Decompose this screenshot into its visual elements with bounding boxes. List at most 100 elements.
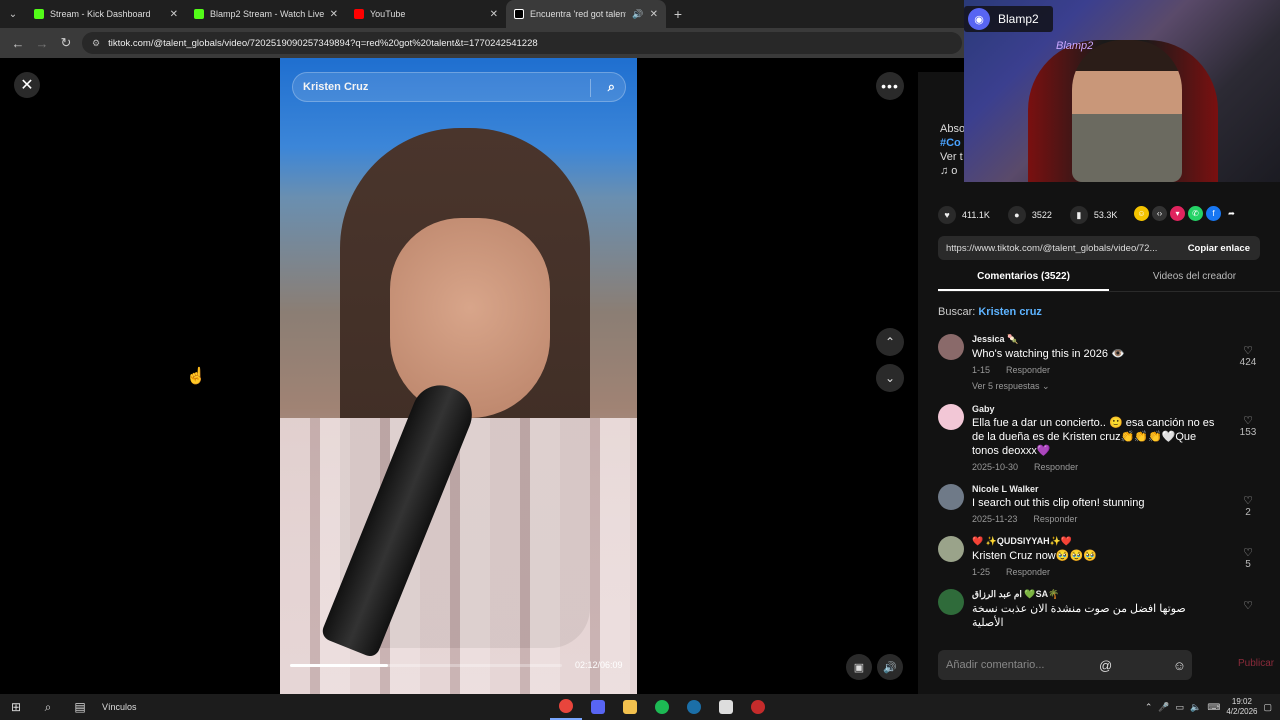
comment-like-count: 2 [1245, 507, 1251, 518]
steam-icon[interactable] [678, 694, 710, 720]
system-tray: ⌃ 🎤 ▭ 🔈 ⌨ 19:02 4/2/2026 ▢ [1145, 694, 1272, 720]
chevron-up-icon[interactable]: ⌃ [1145, 702, 1153, 713]
search-suggestion-link[interactable]: Kristen cruz [978, 306, 1042, 318]
heart-outline-icon: ♡ [1243, 345, 1253, 357]
search-icon[interactable]: ⌕ [32, 694, 64, 720]
comment-like-button[interactable]: ♡ 2 [1236, 494, 1260, 518]
keyboard-icon[interactable]: ⌨ [1207, 702, 1220, 713]
network-icon[interactable]: ▭ [1176, 702, 1185, 713]
forward-icon[interactable]: → [30, 36, 54, 51]
close-tab-icon[interactable]: ✕ [330, 9, 338, 20]
avatar[interactable] [938, 334, 964, 360]
embed-icon[interactable]: ‹› [1152, 206, 1167, 221]
avatar[interactable] [938, 536, 964, 562]
emoji-share-icon[interactable]: ☺ [1134, 206, 1149, 221]
streamer [1072, 40, 1182, 182]
description-hashtag[interactable]: #Co [940, 136, 965, 150]
comment-icon: ● [1007, 206, 1026, 224]
new-tab-button[interactable]: + [666, 6, 690, 22]
comment-item: Gaby Ella fue a dar un concierto.. 🙂 esa… [938, 404, 1260, 472]
comment-author[interactable]: ❤️ ✨QUDSIYYAH✨❤️ [972, 536, 1220, 547]
epic-games-icon[interactable] [710, 694, 742, 720]
url-field[interactable]: ⚙ tiktok.com/@talent_globals/video/72025… [82, 32, 962, 54]
whatsapp-icon[interactable]: ✆ [1188, 206, 1203, 221]
share-link-text[interactable]: https://www.tiktok.com/@talent_globals/v… [938, 243, 1178, 254]
avatar[interactable] [938, 589, 964, 615]
divider [590, 79, 591, 97]
saves-count: 53.3K [1093, 210, 1118, 220]
copy-link-button[interactable]: Copiar enlace [1178, 243, 1260, 254]
site-info-icon[interactable]: ⚙ [92, 38, 100, 49]
add-comment-input[interactable]: Añadir comentario... @ ☺ [938, 650, 1192, 680]
pip-icon[interactable]: ▣ [846, 654, 872, 680]
view-replies-button[interactable]: Ver 5 respuestas ⌄ [972, 381, 1220, 392]
share-arrow-icon[interactable]: ➦ [1224, 206, 1239, 221]
like-button[interactable]: ♥ 411.1K [938, 206, 990, 224]
notifications-icon[interactable]: ▢ [1263, 702, 1272, 713]
facebook-icon[interactable]: f [1206, 206, 1221, 221]
obs-icon[interactable] [742, 694, 774, 720]
chevron-up-icon[interactable]: ⌃ [876, 328, 904, 356]
comment-button[interactable]: ● 3522 [1007, 206, 1052, 224]
reply-button[interactable]: Responder [1034, 462, 1078, 472]
more-options-icon[interactable]: ••• [876, 72, 904, 100]
comment-like-button[interactable]: ♡ 153 [1236, 414, 1260, 438]
comment-author[interactable]: Nicole L Walker [972, 484, 1220, 494]
reply-button[interactable]: Responder [1006, 567, 1050, 577]
send-icon[interactable]: ▾ [1170, 206, 1185, 221]
kick-icon [34, 9, 44, 19]
chrome-icon[interactable] [550, 694, 582, 720]
comment-text: I search out this clip often! stunning [972, 497, 1145, 509]
volume-icon[interactable]: 🔊 [877, 654, 903, 680]
see-more-link[interactable]: Ver t [940, 150, 965, 164]
microphone-icon[interactable]: 🎤 [1158, 702, 1169, 713]
avatar[interactable] [938, 404, 964, 430]
tab-youtube[interactable]: YouTube ✕ [346, 0, 506, 28]
close-tab-icon[interactable]: ✕ [170, 9, 178, 20]
volume-icon[interactable]: 🔈 [1190, 702, 1201, 713]
file-explorer-icon[interactable] [614, 694, 646, 720]
video-search-input[interactable]: Kristen Cruz ⌕ [292, 72, 626, 102]
tab-comments[interactable]: Comentarios (3522) [938, 268, 1109, 291]
video-progress-bar[interactable] [290, 664, 562, 667]
save-button[interactable]: ▮ 53.3K [1069, 206, 1118, 224]
comment-like-button[interactable]: ♡ 5 [1236, 546, 1260, 570]
discord-icon[interactable] [582, 694, 614, 720]
comment-date: 1-15 [972, 365, 991, 375]
spotify-icon[interactable] [646, 694, 678, 720]
chevron-down-icon[interactable]: ⌄ [876, 364, 904, 392]
close-icon[interactable]: ✕ [14, 72, 40, 98]
avatar[interactable] [938, 484, 964, 510]
windows-start-icon[interactable]: ⊞ [0, 694, 32, 720]
close-tab-icon[interactable]: ✕ [490, 9, 498, 20]
reply-button[interactable]: Responder [1006, 365, 1050, 375]
comment-like-button[interactable]: ♡ 424 [1236, 344, 1260, 368]
reply-button[interactable]: Responder [1033, 514, 1077, 524]
publish-button[interactable]: Publicar [1238, 658, 1274, 669]
tab-search-chevron-icon[interactable]: ⌄ [0, 0, 26, 28]
clock[interactable]: 19:02 4/2/2026 [1226, 697, 1257, 717]
tab-kick-dashboard[interactable]: Stream - Kick Dashboard ✕ [26, 0, 186, 28]
tab-blamp2-stream[interactable]: Blamp2 Stream - Watch Live on ✕ [186, 0, 346, 28]
comment-author[interactable]: Gaby [972, 404, 1220, 414]
comment-author[interactable]: ام عبد الرزاق 💚SA🌴 [972, 589, 1220, 600]
reload-icon[interactable]: ↻ [54, 35, 78, 51]
music-link[interactable]: ♫ o [940, 164, 965, 178]
links-toolbar[interactable]: Vínculos [102, 702, 137, 712]
back-icon[interactable]: ← [6, 36, 30, 51]
tab-tiktok[interactable]: Encuentra 'red got talent' e 🔊 ✕ [506, 0, 666, 28]
kick-icon [194, 9, 204, 19]
close-tab-icon[interactable]: ✕ [650, 9, 658, 20]
mention-icon[interactable]: @ [1099, 658, 1112, 673]
comment-like-button[interactable]: ♡ [1236, 599, 1260, 612]
comment-author[interactable]: Jessica 🍡 [972, 334, 1220, 345]
tab-title: Blamp2 Stream - Watch Live on [210, 9, 324, 19]
task-view-icon[interactable]: ▤ [64, 694, 96, 720]
speaker-icon[interactable]: 🔊 [632, 9, 643, 20]
likes-count: 411.1K [962, 210, 990, 220]
tiktok-icon [514, 9, 524, 19]
emoji-icon[interactable]: ☺ [1173, 658, 1186, 673]
search-icon[interactable]: ⌕ [608, 79, 615, 95]
tab-creator-videos[interactable]: Videos del creador [1109, 268, 1280, 291]
video-player[interactable]: Kristen Cruz ⌕ 02:12/06:09 [280, 58, 637, 694]
